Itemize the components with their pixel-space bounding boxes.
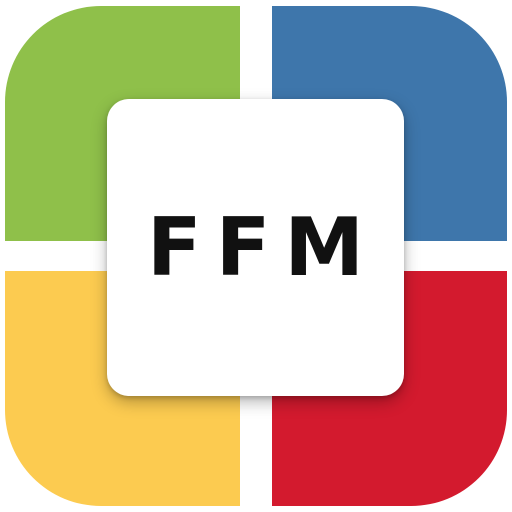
logo-tile: FFM xyxy=(107,99,404,396)
app-icon[interactable]: FFM xyxy=(0,0,512,512)
logo-text: FFM xyxy=(147,201,378,294)
